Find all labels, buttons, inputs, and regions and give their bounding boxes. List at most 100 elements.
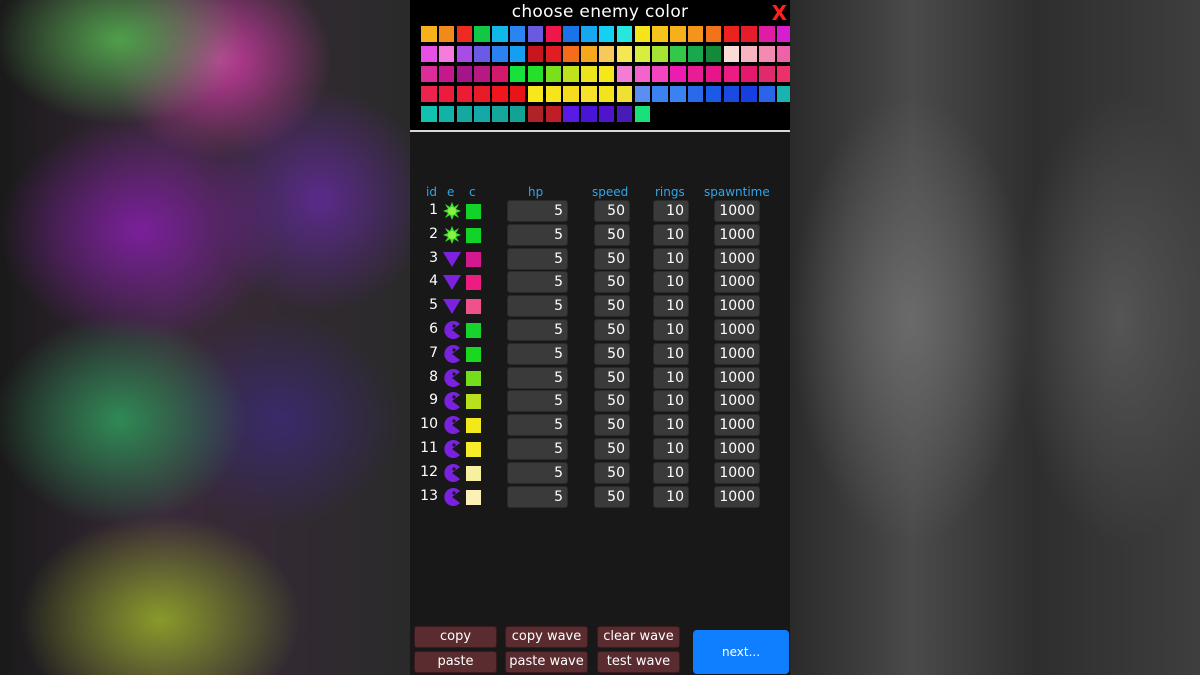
rings-field[interactable]: 10 [653,485,689,508]
palette-swatch[interactable] [456,66,473,82]
rings-field[interactable]: 10 [653,200,689,222]
spawntime-field[interactable]: 1000 [714,319,760,341]
rings-field[interactable]: 10 [653,366,689,389]
palette-swatch[interactable] [652,46,668,62]
palette-swatch[interactable] [616,66,633,82]
purple-pacman-icon[interactable] [442,344,462,364]
palette-swatch[interactable] [776,66,790,82]
rings-field[interactable]: 10 [653,342,689,365]
enemy-color-swatch[interactable] [466,370,481,386]
palette-swatch[interactable] [545,26,562,42]
hp-field[interactable]: 5 [507,295,568,318]
palette-swatch[interactable] [634,26,651,42]
palette-swatch[interactable] [634,46,651,62]
palette-swatch[interactable] [474,86,490,102]
paste-button[interactable]: paste [414,651,497,673]
palette-swatch[interactable] [598,86,615,102]
palette-swatch[interactable] [492,86,508,102]
rings-field[interactable]: 10 [653,438,689,460]
enemy-color-swatch[interactable] [466,489,481,505]
palette-swatch[interactable] [509,26,526,42]
palette-swatch[interactable] [723,66,740,82]
speed-field[interactable]: 50 [594,295,630,318]
palette-swatch[interactable] [563,66,579,82]
enemy-color-swatch[interactable] [466,251,481,267]
palette-swatch[interactable] [527,106,544,122]
palette-swatch[interactable] [581,86,597,102]
enemy-color-swatch[interactable] [466,346,481,362]
palette-swatch[interactable] [563,46,579,62]
palette-swatch[interactable] [421,86,437,102]
palette-swatch[interactable] [474,66,490,82]
palette-swatch[interactable] [509,106,526,122]
hp-field[interactable]: 5 [507,485,568,508]
palette-swatch[interactable] [438,26,455,42]
speed-field[interactable]: 50 [594,200,630,222]
palette-swatch[interactable] [474,46,490,62]
palette-swatch[interactable] [687,86,704,102]
palette-swatch[interactable] [421,26,437,42]
hp-field[interactable]: 5 [507,247,568,270]
palette-swatch[interactable] [723,46,740,62]
palette-swatch[interactable] [563,106,579,122]
palette-swatch[interactable] [776,26,790,42]
purple-pacman-icon[interactable] [442,487,462,507]
palette-swatch[interactable] [670,46,686,62]
enemy-color-swatch[interactable] [466,465,481,481]
palette-swatch[interactable] [759,66,775,82]
speed-field[interactable]: 50 [594,414,630,437]
palette-swatch[interactable] [509,66,526,82]
palette-swatch[interactable] [670,66,686,82]
copy-wave-button[interactable]: copy wave [505,626,588,648]
palette-swatch[interactable] [741,26,757,42]
speed-field[interactable]: 50 [594,247,630,270]
hp-field[interactable]: 5 [507,414,568,437]
palette-swatch[interactable] [705,86,722,102]
palette-swatch[interactable] [509,86,526,102]
speed-field[interactable]: 50 [594,319,630,341]
hp-field[interactable]: 5 [507,438,568,460]
palette-swatch[interactable] [616,46,633,62]
palette-swatch[interactable] [581,106,597,122]
purple-pacman-icon[interactable] [442,439,462,459]
rings-field[interactable]: 10 [653,247,689,270]
purple-pacman-icon[interactable] [442,463,462,483]
spawntime-field[interactable]: 1000 [714,438,760,460]
spawntime-field[interactable]: 1000 [714,485,760,508]
enemy-color-swatch[interactable] [466,204,481,219]
palette-swatch[interactable] [598,106,615,122]
palette-swatch[interactable] [438,46,455,62]
palette-swatch[interactable] [741,66,757,82]
rings-field[interactable]: 10 [653,271,689,294]
palette-swatch[interactable] [776,46,790,62]
palette-swatch[interactable] [741,86,757,102]
hp-field[interactable]: 5 [507,271,568,294]
rings-field[interactable]: 10 [653,319,689,341]
purple-triangle-icon[interactable] [442,249,462,269]
speed-field[interactable]: 50 [594,438,630,460]
next-button[interactable]: next... [693,630,789,674]
palette-swatch[interactable] [616,86,633,102]
palette-swatch[interactable] [527,86,544,102]
close-icon[interactable]: X [772,1,787,25]
palette-swatch[interactable] [616,106,633,122]
palette-swatch[interactable] [581,26,597,42]
palette-swatch[interactable] [456,106,473,122]
speed-field[interactable]: 50 [594,271,630,294]
palette-swatch[interactable] [759,26,775,42]
spawntime-field[interactable]: 1000 [714,366,760,389]
speed-field[interactable]: 50 [594,223,630,246]
palette-swatch[interactable] [509,46,526,62]
green-splat-icon[interactable] [442,201,462,221]
hp-field[interactable]: 5 [507,319,568,341]
spawntime-field[interactable]: 1000 [714,247,760,270]
green-splat-icon[interactable] [442,225,462,245]
palette-swatch[interactable] [527,66,544,82]
rings-field[interactable]: 10 [653,223,689,246]
palette-swatch[interactable] [616,26,633,42]
palette-swatch[interactable] [705,26,722,42]
enemy-color-swatch[interactable] [466,418,481,434]
purple-triangle-icon[interactable] [442,296,462,316]
palette-swatch[interactable] [687,26,704,42]
palette-swatch[interactable] [438,86,455,102]
